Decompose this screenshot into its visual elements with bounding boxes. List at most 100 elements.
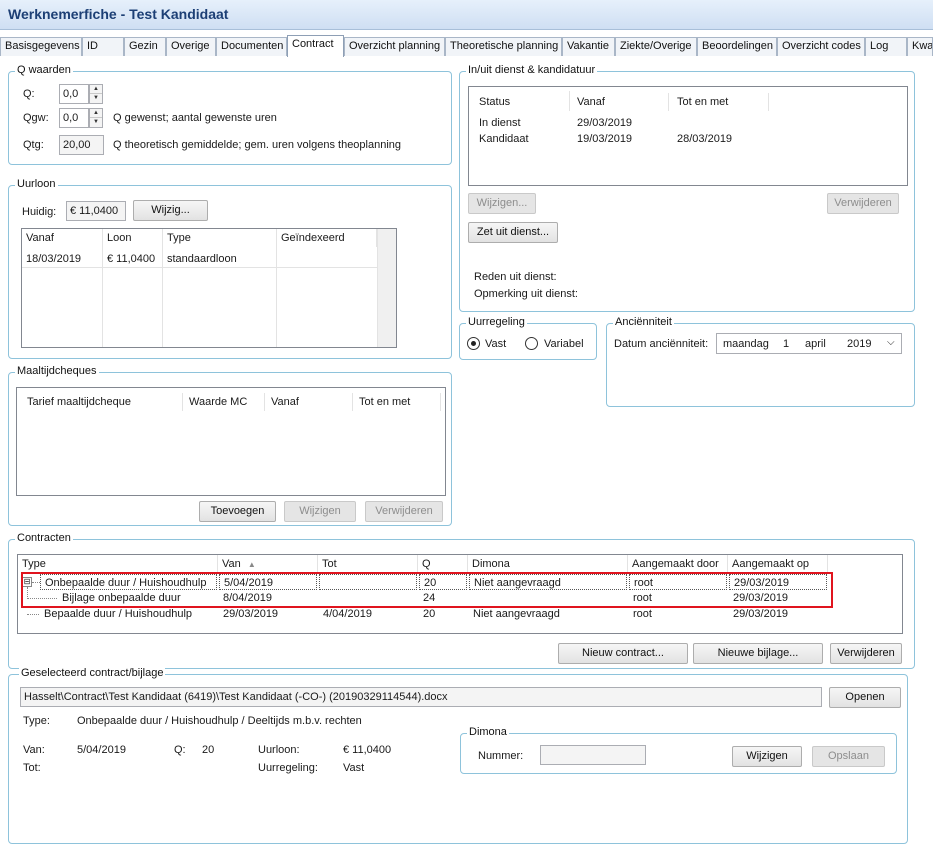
tab-theoretische-planning[interactable]: Theoretische planning bbox=[445, 37, 562, 56]
ancienniteit-group: Anciënniteit Datum anciënniteit: maandag… bbox=[606, 316, 915, 407]
inuit-remark-label: Opmerking uit dienst: bbox=[474, 288, 578, 300]
ancienniteit-title: Anciënniteit bbox=[613, 316, 674, 328]
inuit-table[interactable]: Status Vanaf Tot en met In dienst 29/03/… bbox=[468, 86, 908, 186]
uurloon-col-type[interactable]: Type bbox=[163, 229, 277, 247]
inuit-delete-button[interactable]: Verwijderen bbox=[827, 193, 899, 214]
contract-col-tot[interactable]: Tot bbox=[318, 555, 418, 573]
uurloon-edit-button[interactable]: Wijzig... bbox=[133, 200, 208, 221]
uurloon-scroll-area[interactable] bbox=[377, 229, 396, 347]
q-values-group: Q waarden Q: 0,0 ▲ ▼ Qgw: 0,0 ▲ ▼ Q gewe… bbox=[8, 64, 452, 165]
dimona-number-field[interactable] bbox=[540, 745, 646, 765]
contract-row-3-dimona[interactable]: Niet aangevraagd bbox=[469, 606, 627, 622]
selected-uurloon-value: € 11,0400 bbox=[343, 744, 392, 756]
tab-ziekte-overige[interactable]: Ziekte/Overige bbox=[615, 37, 697, 56]
tab-bar: Basisgegevens ID Gezin Overige Documente… bbox=[0, 35, 933, 57]
tab-contract[interactable]: Contract bbox=[287, 35, 344, 57]
maaltijdcheques-title: Maaltijdcheques bbox=[15, 365, 99, 377]
uurloon-col-loon[interactable]: Loon bbox=[103, 229, 163, 247]
date-weekday: maandag bbox=[723, 338, 769, 350]
selected-uurregeling-value: Vast bbox=[343, 762, 365, 774]
window-titlebar: Werknemerfiche - Test Kandidaat bbox=[0, 0, 933, 30]
mc-delete-button[interactable]: Verwijderen bbox=[365, 501, 443, 522]
window-title: Werknemerfiche - Test Kandidaat bbox=[8, 6, 229, 22]
uurloon-current-label: Huidig: bbox=[22, 206, 57, 218]
uurregeling-vast-label[interactable]: Vast bbox=[485, 338, 506, 350]
spin-down-icon[interactable]: ▼ bbox=[90, 94, 102, 103]
mc-col-vanaf[interactable]: Vanaf bbox=[267, 393, 353, 411]
contract-row-3-q[interactable]: 20 bbox=[419, 606, 467, 622]
uurregeling-variabel-label[interactable]: Variabel bbox=[544, 338, 584, 350]
contract-row-3-van[interactable]: 29/03/2019 bbox=[219, 606, 317, 622]
tab-overige[interactable]: Overige bbox=[166, 37, 216, 56]
inuit-col-status[interactable]: Status bbox=[475, 93, 575, 111]
contract-col-aangemaakt-door[interactable]: Aangemaakt door bbox=[628, 555, 728, 573]
inuit-col-tot-en-met[interactable]: Tot en met bbox=[673, 93, 769, 111]
contract-row-3-door[interactable]: root bbox=[629, 606, 727, 622]
selected-title: Geselecteerd contract/bijlage bbox=[19, 667, 166, 679]
mc-edit-button[interactable]: Wijzigen bbox=[284, 501, 356, 522]
qgw-label: Qgw: bbox=[23, 112, 49, 124]
tab-log[interactable]: Log bbox=[865, 37, 907, 56]
tab-overzicht-codes[interactable]: Overzicht codes bbox=[777, 37, 865, 56]
selected-group: Geselecteerd contract/bijlage Hasselt\Co… bbox=[8, 667, 908, 844]
contract-col-van-label: Van bbox=[222, 558, 241, 570]
uurloon-group: Uurloon Huidig: € 11,0400 Wijzig... Vana… bbox=[8, 178, 452, 359]
contract-col-aangemaakt-op[interactable]: Aangemaakt op bbox=[728, 555, 828, 573]
inuit-out-button[interactable]: Zet uit dienst... bbox=[468, 222, 558, 243]
chevron-down-icon[interactable]: ⌵ bbox=[887, 334, 895, 352]
qgw-spinner[interactable]: ▲ ▼ bbox=[89, 108, 103, 128]
new-contract-button[interactable]: Nieuw contract... bbox=[558, 643, 688, 664]
contract-col-van[interactable]: Van ▲ bbox=[218, 555, 318, 573]
contract-row-3-tot[interactable]: 4/04/2019 bbox=[319, 606, 417, 622]
inuit-group: In/uit dienst & kandidatuur Status Vanaf… bbox=[459, 64, 915, 312]
tab-id[interactable]: ID bbox=[82, 37, 124, 56]
uurloon-table[interactable]: Vanaf Loon Type Geïndexeerd 18/03/2019 €… bbox=[21, 228, 397, 348]
qtg-description: Q theoretisch gemiddelde; gem. uren volg… bbox=[113, 139, 402, 151]
contract-col-dimona[interactable]: Dimona bbox=[468, 555, 628, 573]
tab-basisgegevens[interactable]: Basisgegevens bbox=[0, 37, 82, 56]
table-cell: 19/03/2019 bbox=[577, 133, 633, 145]
spin-up-icon[interactable]: ▲ bbox=[90, 109, 102, 118]
contract-row-3-type[interactable]: Bepaalde duur / Huishoudhulp bbox=[40, 606, 218, 622]
q-values-title: Q waarden bbox=[15, 64, 73, 76]
inuit-title: In/uit dienst & kandidatuur bbox=[466, 64, 598, 76]
mc-col-tarief[interactable]: Tarief maaltijdcheque bbox=[23, 393, 183, 411]
ancienniteit-date-picker[interactable]: maandag 1 april 2019 ⌵ bbox=[716, 333, 902, 354]
tab-vakantie[interactable]: Vakantie bbox=[562, 37, 615, 56]
uurregeling-variabel-radio[interactable] bbox=[525, 337, 538, 350]
dimona-save-button[interactable]: Opslaan bbox=[812, 746, 885, 767]
tab-kwa[interactable]: Kwa bbox=[907, 37, 933, 56]
dimona-title: Dimona bbox=[467, 726, 509, 738]
spin-up-icon[interactable]: ▲ bbox=[90, 85, 102, 94]
inuit-col-vanaf[interactable]: Vanaf bbox=[573, 93, 669, 111]
mc-add-button[interactable]: Toevoegen bbox=[199, 501, 276, 522]
q-input[interactable]: 0,0 bbox=[59, 84, 89, 104]
qgw-input[interactable]: 0,0 bbox=[59, 108, 89, 128]
selected-q-label: Q: bbox=[174, 744, 186, 756]
contracten-title: Contracten bbox=[15, 532, 73, 544]
tab-documenten[interactable]: Documenten bbox=[216, 37, 287, 56]
contract-col-q[interactable]: Q bbox=[418, 555, 468, 573]
uurloon-col-vanaf[interactable]: Vanaf bbox=[22, 229, 103, 247]
uurloon-current-value: € 11,0400 bbox=[66, 201, 126, 221]
dimona-edit-button[interactable]: Wijzigen bbox=[732, 746, 802, 767]
inuit-reason-label: Reden uit dienst: bbox=[474, 271, 557, 283]
q-spinner[interactable]: ▲ ▼ bbox=[89, 84, 103, 104]
selected-van-label: Van: bbox=[23, 744, 45, 756]
inuit-edit-button[interactable]: Wijzigen... bbox=[468, 193, 536, 214]
maaltijdcheques-group: Maaltijdcheques Tarief maaltijdcheque Wa… bbox=[8, 365, 452, 526]
tab-gezin[interactable]: Gezin bbox=[124, 37, 166, 56]
contract-col-type[interactable]: Type bbox=[18, 555, 218, 573]
tab-overzicht-planning[interactable]: Overzicht planning bbox=[344, 37, 445, 56]
maaltijdcheques-table[interactable]: Tarief maaltijdcheque Waarde MC Vanaf To… bbox=[16, 387, 446, 496]
uurregeling-vast-radio[interactable] bbox=[467, 337, 480, 350]
contract-row-3-op[interactable]: 29/03/2019 bbox=[729, 606, 827, 622]
mc-col-waarde[interactable]: Waarde MC bbox=[185, 393, 265, 411]
mc-col-tot-en-met[interactable]: Tot en met bbox=[355, 393, 441, 411]
spin-down-icon[interactable]: ▼ bbox=[90, 118, 102, 127]
open-button[interactable]: Openen bbox=[829, 687, 901, 708]
uurloon-col-geindexeerd[interactable]: Geïndexeerd bbox=[277, 229, 377, 247]
tab-beoordelingen[interactable]: Beoordelingen bbox=[697, 37, 777, 56]
contract-delete-button[interactable]: Verwijderen bbox=[830, 643, 902, 664]
new-attachment-button[interactable]: Nieuwe bijlage... bbox=[693, 643, 823, 664]
